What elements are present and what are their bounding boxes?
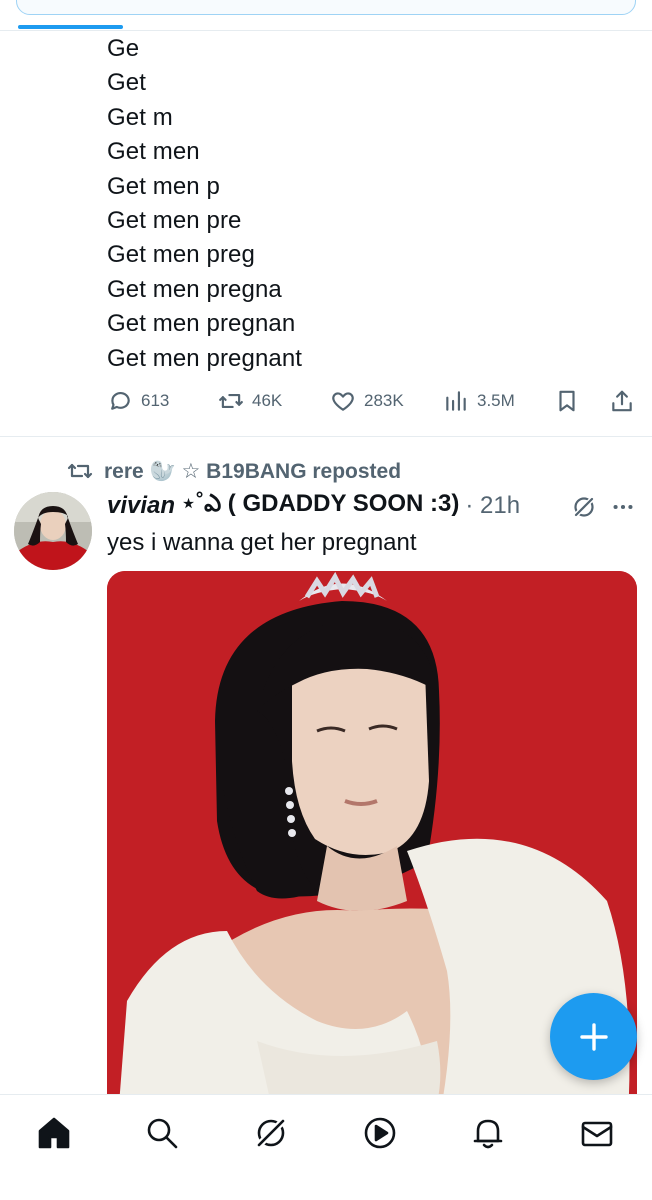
mail-icon [581, 1121, 613, 1147]
tweet-text-line: Get men p [107, 172, 220, 200]
plus-icon [579, 1022, 608, 1051]
tweet-text-line: Get men pregnant [107, 344, 303, 372]
tweet-text: yes i wanna get her pregnant [107, 529, 417, 556]
divider [0, 30, 652, 31]
nav-grok[interactable] [251, 1113, 291, 1153]
bottom-nav [0, 1094, 652, 1200]
more-button[interactable] [610, 494, 638, 520]
grok-icon [254, 1116, 288, 1150]
tweet-text-line: Get men pregna [107, 275, 282, 303]
repost-context[interactable]: rere 🦭 ☆ B19BANG reposted [66, 456, 401, 486]
nav-home[interactable] [34, 1113, 74, 1153]
nav-notifications[interactable] [468, 1113, 508, 1153]
share-icon [612, 390, 632, 412]
reply-count: 613 [141, 391, 170, 410]
nav-messages[interactable] [577, 1113, 617, 1153]
grok-button[interactable] [571, 494, 597, 520]
author-display-suffix[interactable]: ⋆˚ఎ ( GDADDY SOON :3) [181, 489, 459, 523]
tweet-action-bar: 613 46K 283K 3.5M [0, 384, 652, 418]
author-row: vivian ⋆˚ఎ ( GDADDY SOON :3) · 21h [107, 490, 520, 522]
timestamp[interactable]: · 21h [465, 492, 520, 520]
author-name[interactable]: vivian [107, 492, 175, 520]
video-icon [364, 1117, 396, 1149]
reply-button[interactable]: 613 [107, 384, 169, 418]
divider [0, 436, 652, 437]
repost-arrows-icon [67, 463, 93, 479]
grok-icon [573, 496, 595, 518]
tweet-text-line: Get m [107, 103, 173, 131]
tweet-text-line: Get men preg [107, 241, 255, 269]
nav-search[interactable] [142, 1113, 182, 1153]
share-button[interactable] [609, 384, 635, 418]
repost-count: 46K [252, 391, 283, 410]
bell-icon [473, 1119, 503, 1149]
search-icon [147, 1118, 178, 1149]
like-button[interactable]: 283K [330, 384, 404, 418]
bookmark-icon [559, 390, 575, 412]
views-button[interactable]: 3.5M [443, 384, 515, 418]
avatar[interactable] [14, 492, 92, 570]
avatar-image [14, 492, 92, 570]
tweet-text-line: Get men pregnan [107, 310, 296, 338]
compose-button[interactable] [550, 993, 637, 1080]
tweet-text-line: Get men [107, 138, 200, 166]
heart-icon [332, 392, 354, 411]
quoted-card-top[interactable] [16, 0, 636, 15]
media-progress-bar [18, 25, 123, 29]
like-count: 283K [364, 391, 404, 410]
tweet-text-line: Ge [107, 35, 140, 62]
bookmark-button[interactable] [554, 384, 580, 418]
repost-arrows-icon [219, 393, 243, 409]
repost-label: rere 🦭 ☆ B19BANG reposted [104, 459, 402, 483]
bar-chart-icon [446, 391, 466, 411]
repost-button[interactable]: 46K [218, 384, 282, 418]
tweet-text-line: Get men pre [107, 206, 242, 234]
nav-video[interactable] [360, 1113, 400, 1153]
tweet-text: Ge Get Get m Get men Get men p Get men p… [107, 32, 302, 376]
speech-bubble-icon [111, 392, 130, 410]
views-count: 3.5M [477, 391, 515, 410]
home-icon [38, 1117, 70, 1149]
tweet-text-line: Get [107, 69, 146, 97]
more-dots-icon [613, 504, 633, 510]
